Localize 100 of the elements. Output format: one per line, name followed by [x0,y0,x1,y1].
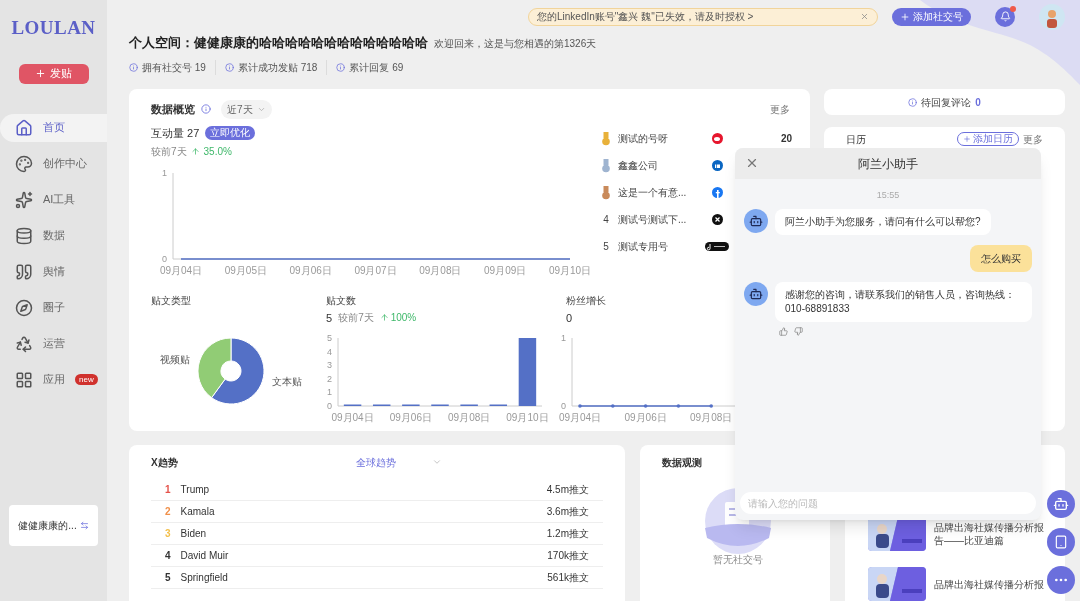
more-link[interactable]: 更多 [1023,132,1043,147]
trend-topic: Kamala [180,505,215,519]
notice-banner[interactable]: 您的LinkedIn账号"鑫兴 魏"已失效，请及时授权 > [528,7,878,26]
axis-label: 2 [327,373,332,384]
tablet-icon [1054,535,1068,549]
assistant-button[interactable] [1047,490,1075,518]
arrow-up-icon [190,146,200,156]
nav-item[interactable]: 应用 new [0,365,107,394]
nav-item[interactable]: 数据 [0,221,107,250]
info-icon [336,63,346,73]
tiktok-icon [705,242,729,251]
quote-icon [15,262,33,281]
nav-label: 数据 [43,228,65,244]
plus-icon [35,68,46,79]
info-icon [129,63,138,73]
axis-label: 0 [561,401,566,411]
nav-item[interactable]: AI工具 [0,185,107,214]
arrow-up-icon [379,313,389,323]
info-icon [908,97,918,107]
trend-topic: Trump [180,483,210,497]
nav-item[interactable]: 圈子 [0,293,107,322]
axis-label: 0 [327,401,332,411]
bar [518,338,537,406]
axis-label: 09月04日 [558,412,602,423]
optimize-button[interactable]: 立即优化 [205,126,256,141]
axis-label: 09月10日 [548,264,592,276]
close-button[interactable] [745,156,759,170]
axis-label: 4 [327,346,332,357]
trend-topic: Biden [180,527,207,541]
new-badge: new [75,374,98,385]
close-icon[interactable] [860,12,869,22]
axis-label: 09月10日 [506,412,548,423]
period-dropdown[interactable]: 近7天 [221,99,272,119]
rank-number: 4 [165,549,171,563]
nav-item[interactable]: 创作中心 [0,149,107,178]
axis-label: 09月05日 [224,264,267,276]
bot-message: 阿兰小助手为您服务，请问有什么可以帮您? [775,208,991,235]
account-name: 健健康康的... [18,519,77,533]
card-title: X趋势 [151,455,178,470]
more-link[interactable]: 更多 [770,101,790,117]
chart-title: 贴文数 [326,293,356,308]
pending-comments-card[interactable]: 待回复评论 0 [824,89,1065,115]
more-button[interactable] [1047,566,1075,594]
report-item[interactable]: 品牌出海社媒传播分析报 [868,567,1044,601]
palette-icon [15,154,33,173]
trend-row[interactable]: 5 Springfield 561k推文 [151,567,603,589]
nav-label: 舆情 [43,264,65,280]
cycle-icon [15,334,33,353]
nav-item[interactable]: 运营 [0,329,107,358]
report-title: 品牌出海社媒传播分析报告——比亚迪篇 [934,521,1044,547]
post-button[interactable]: 发贴 [18,63,89,84]
card-title: 日历 [846,133,866,147]
trend-topic: Springfield [180,571,228,585]
axis-label: 09月04日 [159,264,203,276]
add-account-button[interactable]: 添加社交号 [892,7,971,26]
grid-icon [15,370,33,389]
region-dropdown[interactable]: 全球趋势 [355,454,442,470]
plus-icon [963,135,971,143]
account-name: 测试的号呀 [618,133,668,144]
thumbs-up-icon[interactable] [779,326,788,336]
trend-row[interactable]: 1 Trump 4.5m推文 [151,479,603,501]
trend-row[interactable]: 3 Biden 1.2m推文 [151,523,603,545]
plus-icon [900,11,910,22]
change-value: 100% [390,311,417,326]
chart-title: 粉丝增长 [566,293,606,308]
robot-icon [1053,496,1069,512]
axis-label: 09月08日 [419,264,462,276]
account-name: 鑫鑫公司 [618,160,658,171]
avatar[interactable] [1039,3,1065,30]
linkedin-icon [711,160,723,171]
thumbs-down-icon[interactable] [794,326,803,336]
tweet-count: 170k推文 [547,549,589,563]
tweet-count: 561k推文 [547,571,589,585]
pending-count: 0 [975,95,981,110]
feedback-buttons[interactable] [779,326,803,336]
facebook-icon [711,187,723,198]
bot-avatar [744,208,768,233]
tablet-button[interactable] [1047,528,1075,556]
question-input[interactable]: 请输入您的问题 [740,492,1036,514]
rank-number: 2 [165,505,171,519]
nav-label: 应用 [43,372,65,388]
nav-label: 创作中心 [43,156,87,172]
nav-item[interactable]: 首页 [0,113,107,142]
bot-avatar [744,281,768,306]
axis-label: 5 [327,333,332,343]
trend-row[interactable]: 4 David Muir 170k推文 [151,545,603,567]
metric-label: 互动量 27 [151,126,200,141]
info-icon [201,104,211,114]
empty-text: 暂无社交号 [713,553,763,567]
rank-number: 5 [603,240,609,254]
rank-number: 1 [165,483,171,497]
report-item[interactable]: 品牌出海社媒传播分析报告——比亚迪篇 [868,517,1044,551]
tweet-count: 4.5m推文 [546,483,589,497]
chat-title: 阿兰小助手 [858,155,918,173]
change-value: 35.0% [203,144,232,159]
close-icon [745,156,759,170]
chevron-down-icon [431,457,442,467]
nav-item[interactable]: 舆情 [0,257,107,286]
trend-row[interactable]: 2 Kamala 3.6m推文 [151,501,603,523]
account-switcher[interactable]: 健健康康的... [9,505,98,546]
